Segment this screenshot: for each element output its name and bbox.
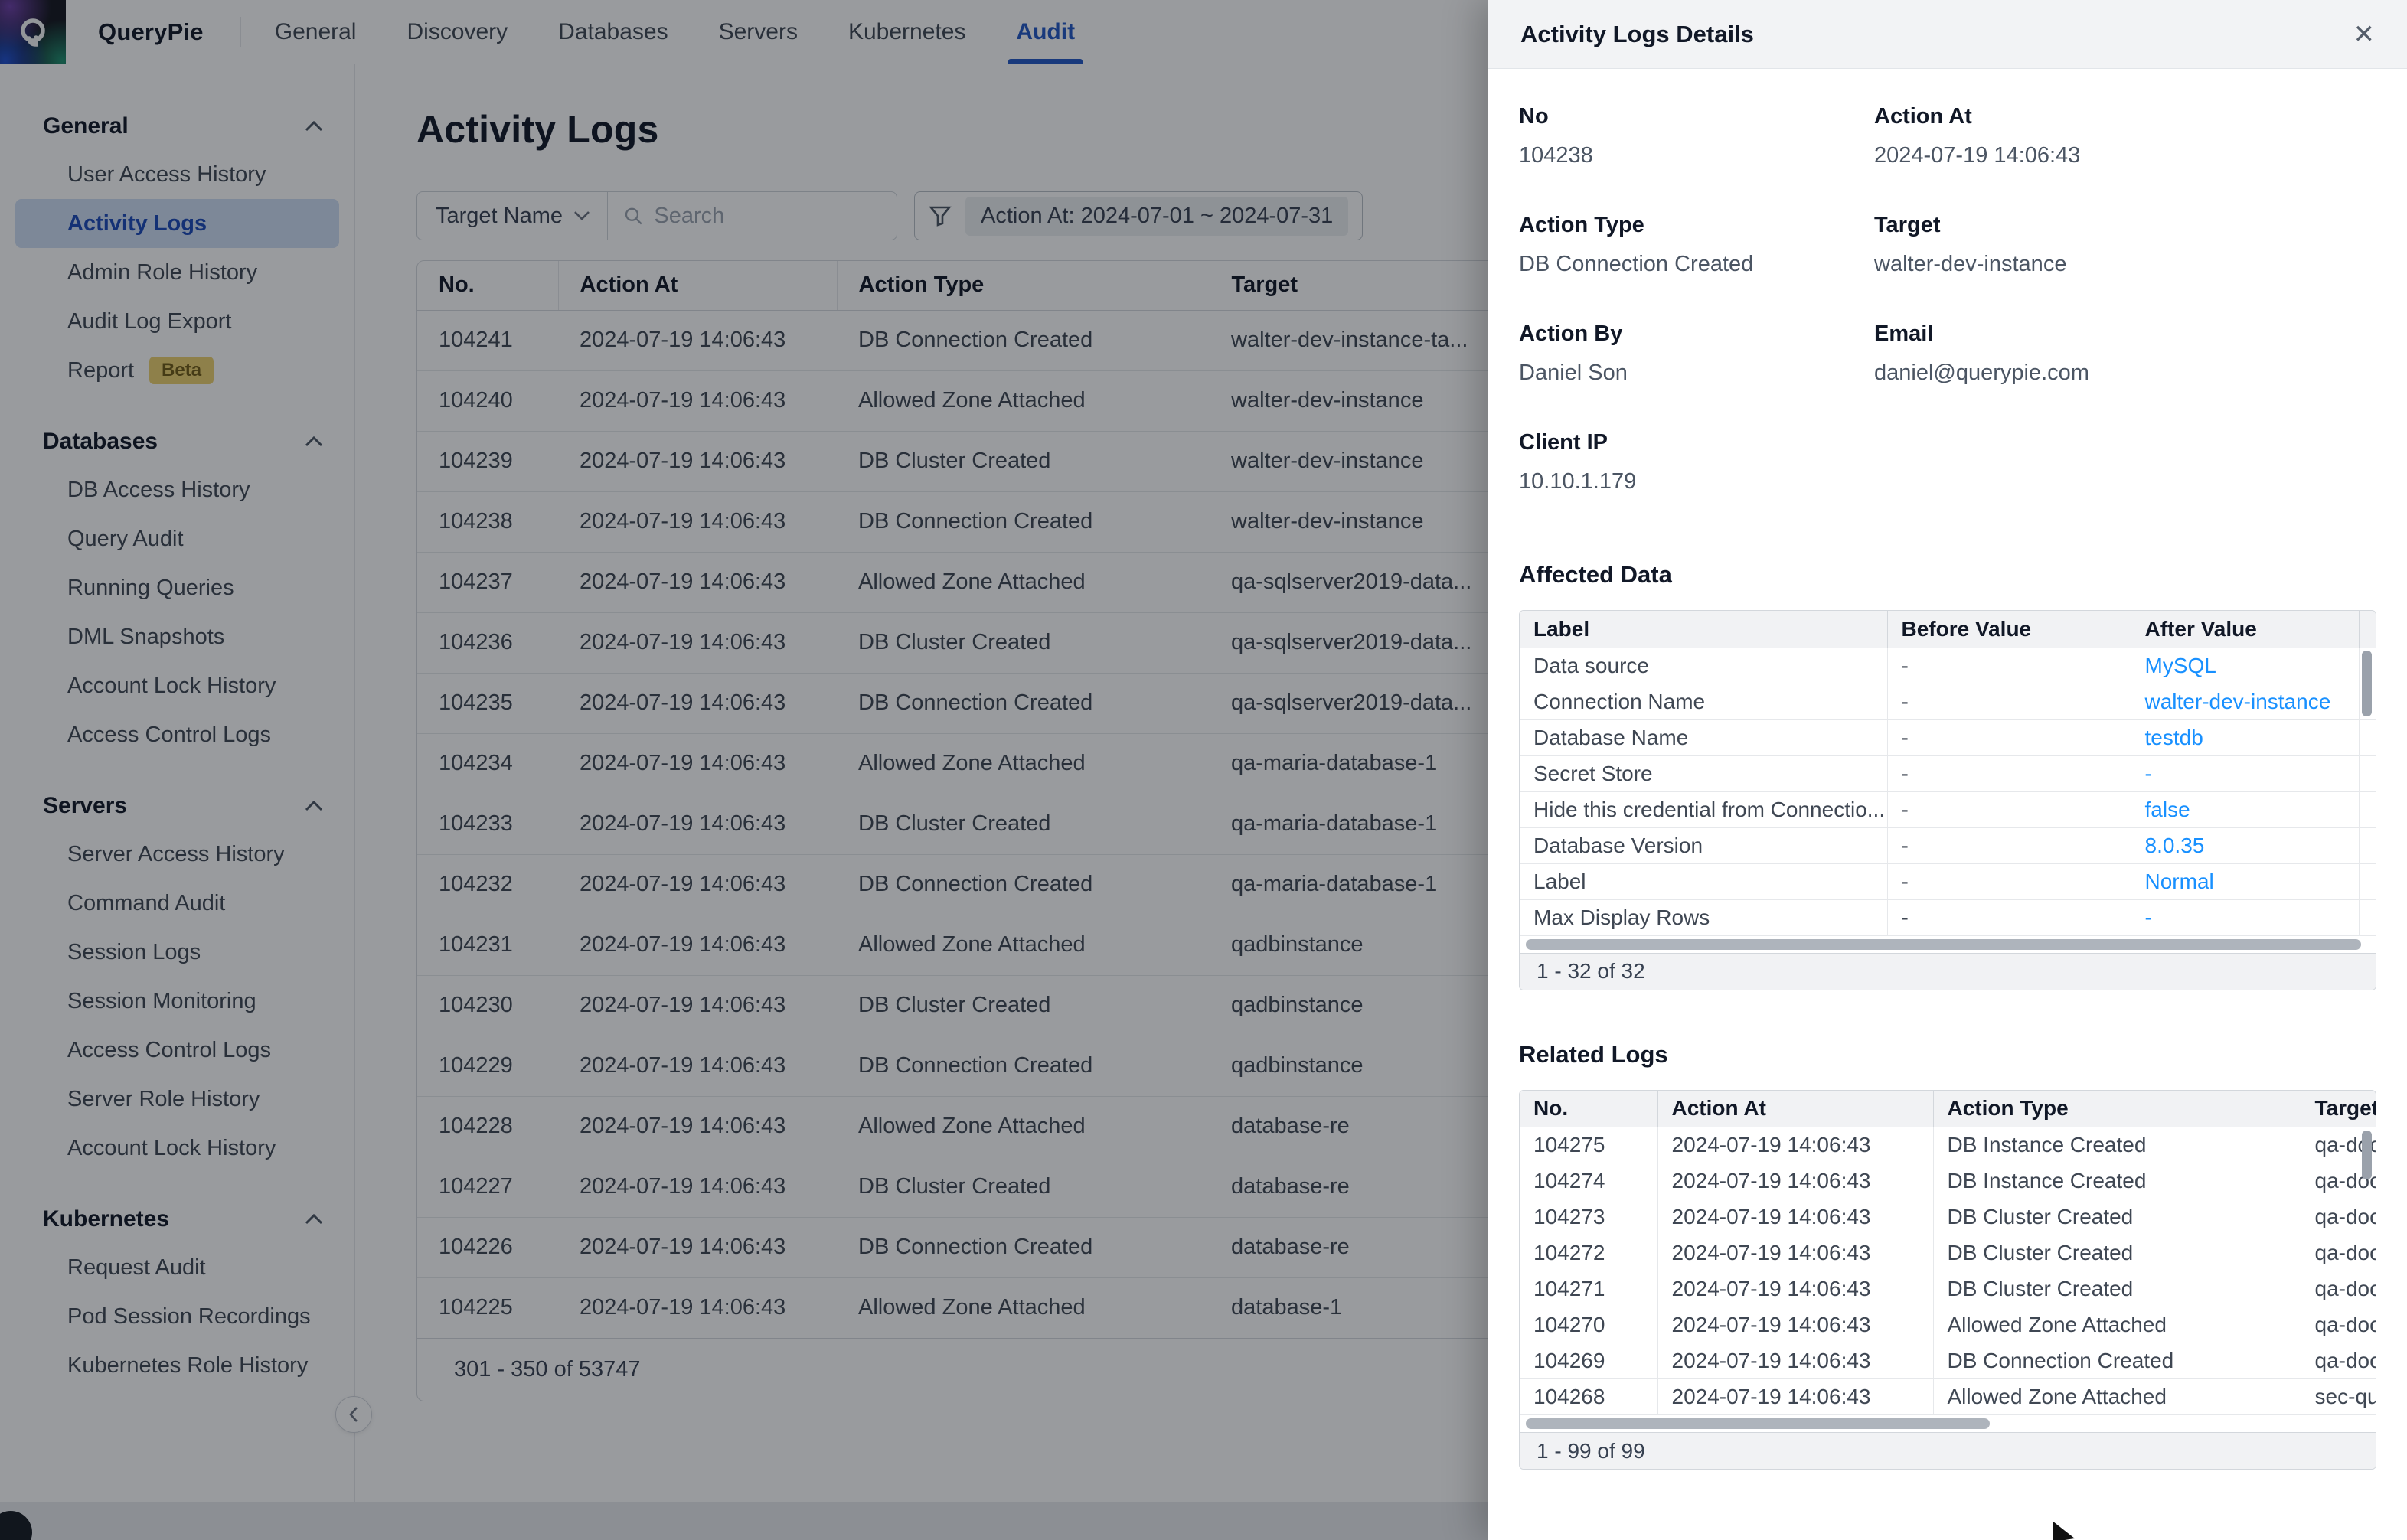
affected-row[interactable]: Database Version - 8.0.35 [1520,827,2376,864]
close-icon[interactable]: ✕ [2353,21,2376,47]
detail-field: Email daniel@querypie.com [1874,321,2089,385]
affected-row[interactable]: Max Display Rows - - [1520,899,2376,936]
affected-row[interactable]: Secret Store - - [1520,755,2376,792]
col-before-value: Before Value [1886,611,2131,648]
affected-row[interactable]: Label - Normal [1520,863,2376,900]
affected-data-card: Label Before Value After Value Data sour… [1519,610,2376,990]
drawer-title: Activity Logs Details [1520,20,1754,47]
related-row[interactable]: 104275 2024-07-19 14:06:43 DB Instance C… [1520,1127,2376,1163]
affected-data-heading: Affected Data [1519,561,1672,588]
detail-fields: No 104238 Action At 2024-07-19 14:06:43 … [1519,104,2376,494]
related-row[interactable]: 104268 2024-07-19 14:06:43 Allowed Zone … [1520,1378,2376,1415]
col-no: No. [1520,1090,1657,1127]
col-action-at: Action At [1657,1090,1933,1127]
detail-field: Action By Daniel Son [1519,321,1628,385]
related-header-row: No. Action At Action Type Target [1520,1090,2376,1127]
col-target: Target [2300,1090,2376,1127]
related-logs-heading: Related Logs [1519,1040,1668,1068]
related-row[interactable]: 104271 2024-07-19 14:06:43 DB Cluster Cr… [1520,1271,2376,1307]
affected-row[interactable]: Connection Name - walter-dev-instance [1520,684,2376,720]
drawer-header: Activity Logs Details ✕ [1488,0,2407,69]
detail-field: No 104238 [1519,104,1593,168]
related-row[interactable]: 104272 2024-07-19 14:06:43 DB Cluster Cr… [1520,1235,2376,1271]
related-row[interactable]: 104273 2024-07-19 14:06:43 DB Cluster Cr… [1520,1199,2376,1235]
related-row[interactable]: 104270 2024-07-19 14:06:43 Allowed Zone … [1520,1307,2376,1343]
detail-field: Action At 2024-07-19 14:06:43 [1874,104,2081,168]
detail-field: Client IP 10.10.1.179 [1519,430,1637,494]
horizontal-scrollbar[interactable] [1520,936,2376,953]
col-after-value: After Value [2130,611,2359,648]
affected-data-table: Label Before Value After Value Data sour… [1520,611,2376,936]
detail-field: Action Type DB Connection Created [1519,213,1754,276]
related-logs-table: No. Action At Action Type Target 104275 … [1520,1090,2376,1415]
related-row[interactable]: 104269 2024-07-19 14:06:43 DB Connection… [1520,1343,2376,1379]
querypie-app: QueryPie General Discovery Databases Ser… [0,0,2407,1540]
related-logs-card: No. Action At Action Type Target 104275 … [1519,1089,2376,1470]
activity-log-details-drawer: Activity Logs Details ✕ No 104238 Action… [1488,0,2407,1540]
col-action-type: Action Type [1932,1090,2301,1127]
related-pagination: 1 - 99 of 99 [1520,1432,2376,1469]
vertical-scrollbar[interactable] [2362,651,2372,716]
mouse-cursor [2053,1522,2075,1540]
affected-header-row: Label Before Value After Value [1520,611,2376,648]
related-row[interactable]: 104274 2024-07-19 14:06:43 DB Instance C… [1520,1163,2376,1199]
vertical-scrollbar[interactable] [2362,1130,2372,1179]
affected-row[interactable]: Data source - MySQL [1520,648,2376,684]
horizontal-scrollbar[interactable] [1520,1415,2376,1432]
affected-row[interactable]: Database Name - testdb [1520,719,2376,756]
col-label: Label [1520,611,1887,648]
affected-row[interactable]: Hide this credential from Connectio... -… [1520,791,2376,828]
col-extra [2358,611,2376,648]
detail-field: Target walter-dev-instance [1874,213,2067,276]
affected-pagination: 1 - 32 of 32 [1520,952,2376,990]
modal-dim-overlay[interactable] [0,0,1488,1540]
drawer-body: No 104238 Action At 2024-07-19 14:06:43 … [1488,69,2407,1470]
